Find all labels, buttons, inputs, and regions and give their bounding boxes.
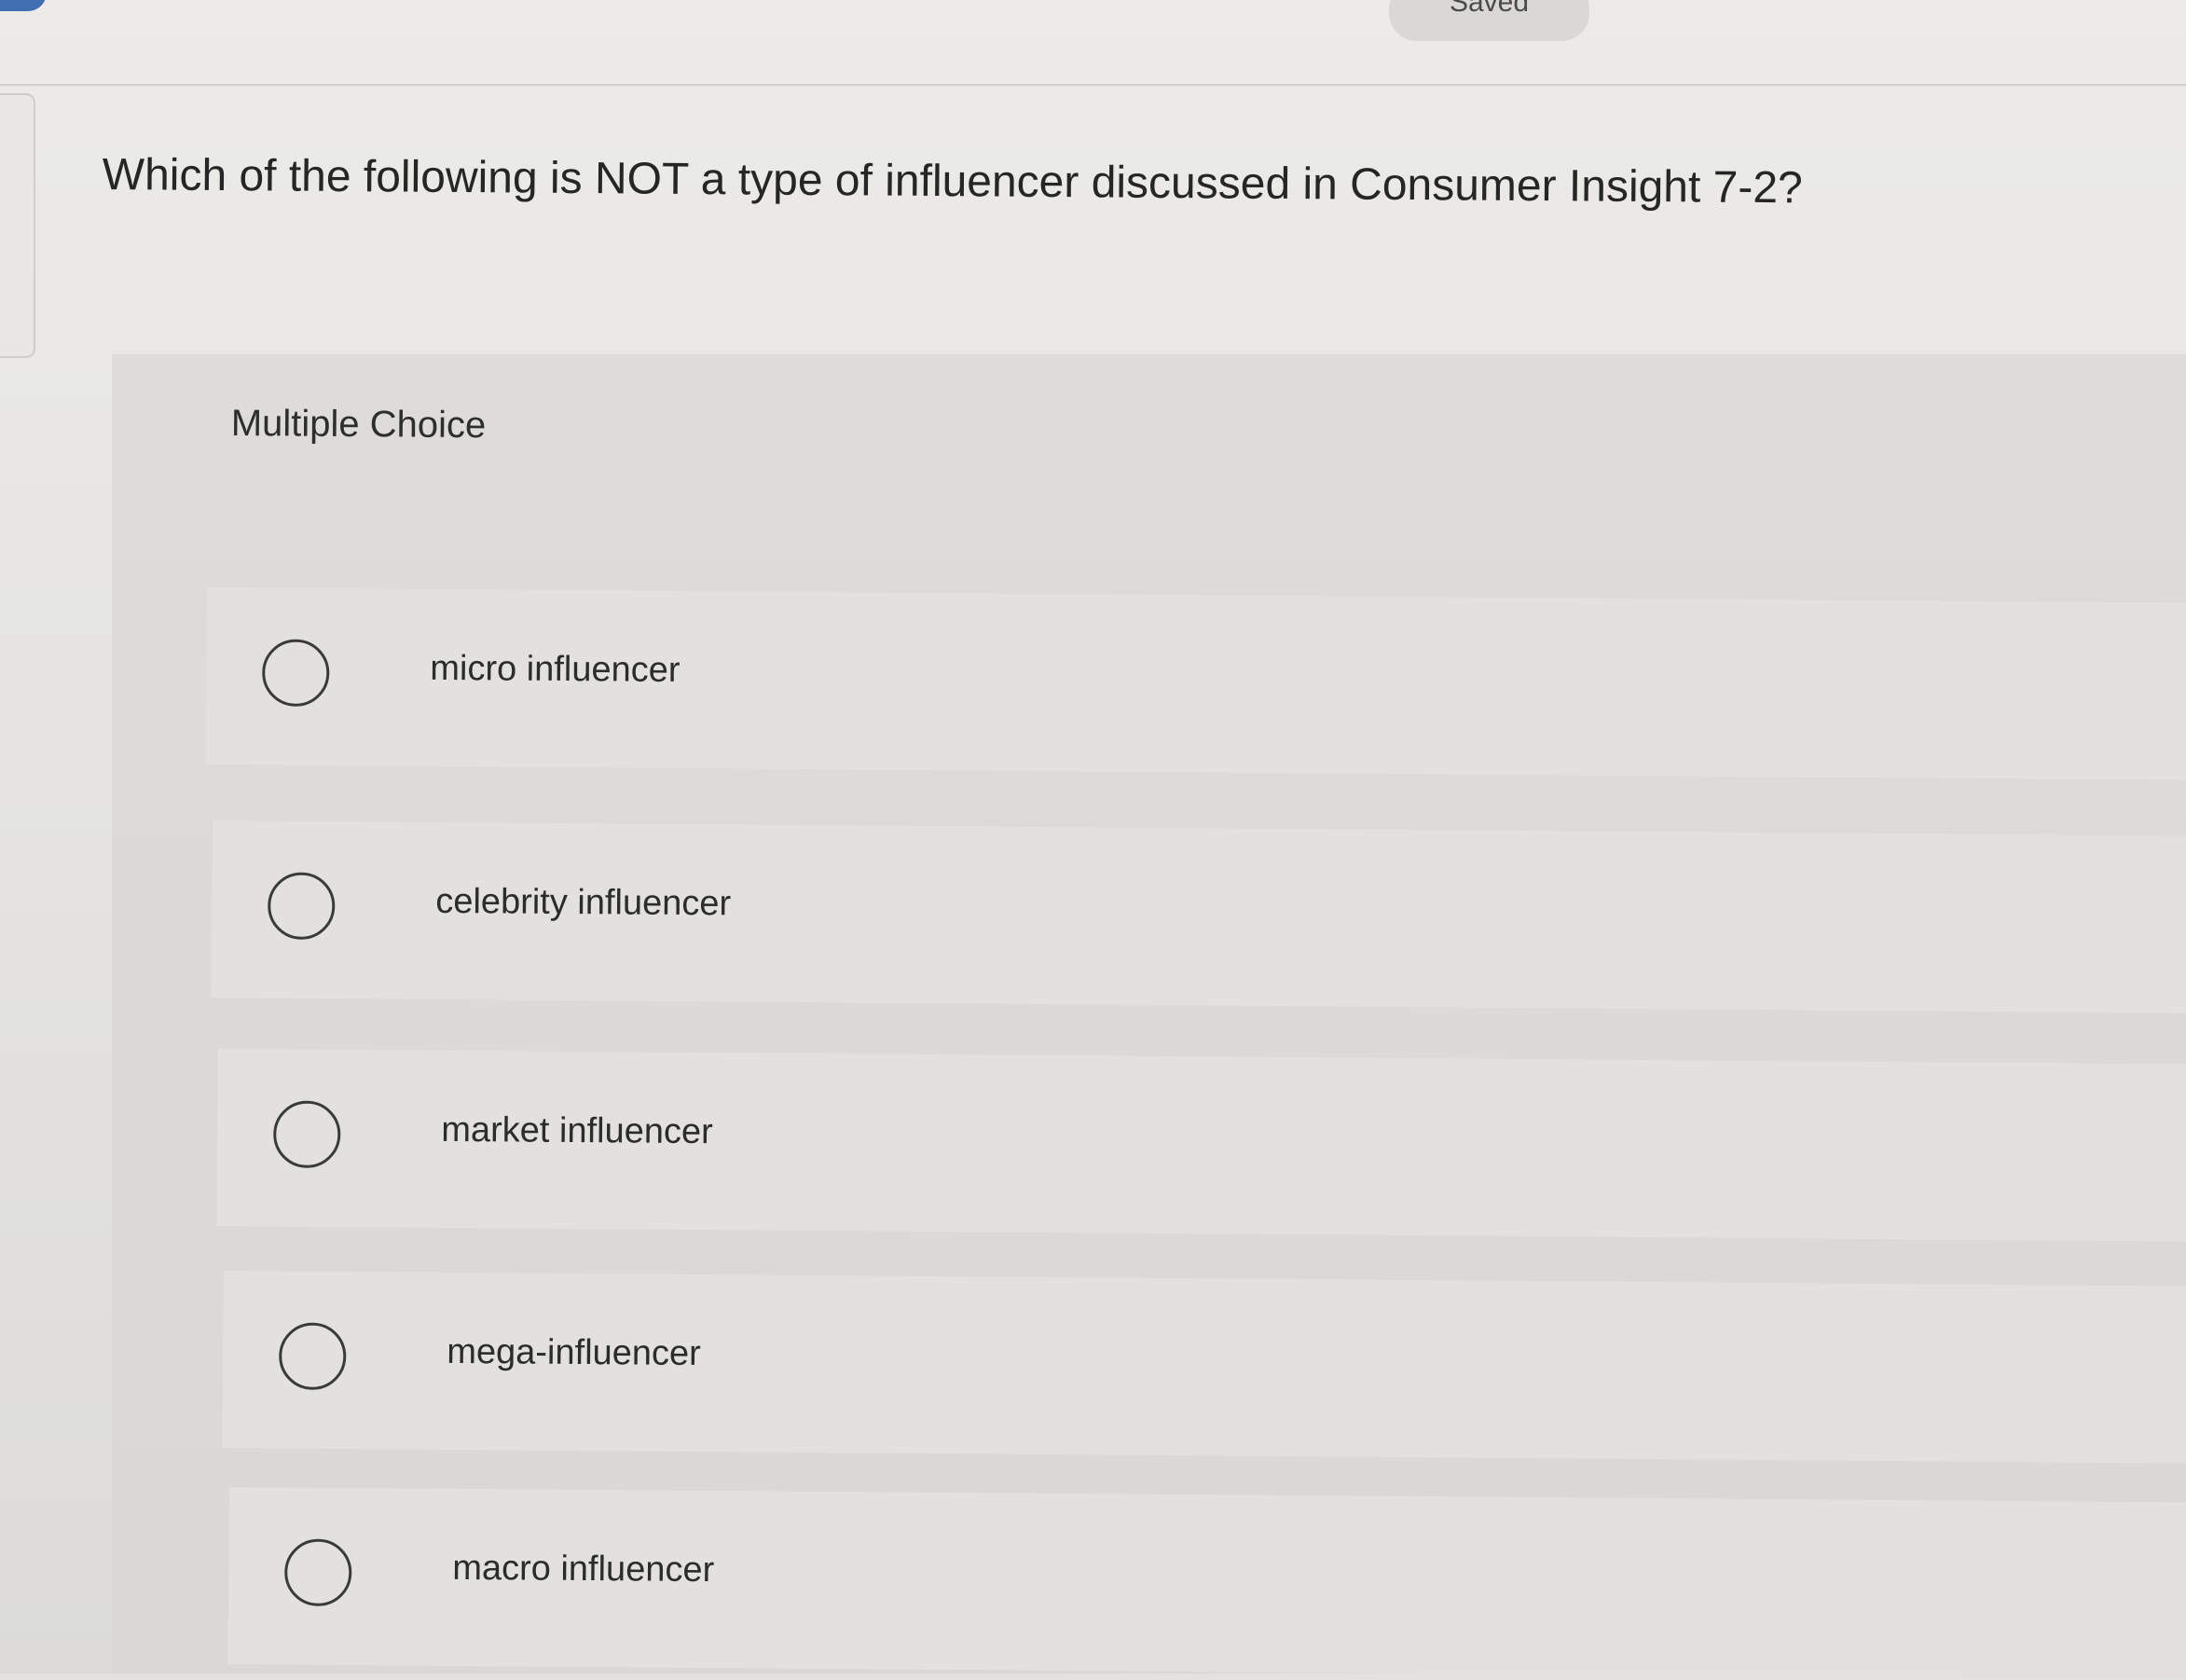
page-background: Saved Which of the following is NOT a ty… bbox=[0, 0, 2186, 1680]
answer-option-4[interactable]: mega-influencer bbox=[222, 1271, 2186, 1464]
radio-button[interactable] bbox=[262, 639, 330, 708]
answer-option-label: micro influencer bbox=[430, 648, 681, 690]
answer-option-label: market influencer bbox=[441, 1109, 713, 1152]
answer-option-label: celebrity influencer bbox=[435, 881, 732, 924]
choice-panel bbox=[112, 354, 2186, 1673]
answer-option-5[interactable]: macro influencer bbox=[227, 1487, 2186, 1680]
answer-option-label: mega-influencer bbox=[447, 1331, 701, 1374]
answer-option-label: macro influencer bbox=[452, 1548, 715, 1590]
answer-option-2[interactable]: celebrity influencer bbox=[211, 820, 2186, 1013]
saved-status-label: Saved bbox=[1449, 0, 1530, 18]
nav-badge[interactable] bbox=[0, 0, 47, 11]
radio-button[interactable] bbox=[268, 872, 336, 941]
side-panel-edge bbox=[0, 93, 35, 358]
saved-status-badge: Saved bbox=[1389, 0, 1589, 41]
radio-button[interactable] bbox=[279, 1322, 347, 1391]
header-divider bbox=[0, 84, 2186, 86]
answer-option-3[interactable]: market influencer bbox=[216, 1049, 2186, 1242]
radio-button[interactable] bbox=[284, 1538, 352, 1607]
question-text: Which of the following is NOT a type of … bbox=[102, 149, 1803, 213]
question-type-label: Multiple Choice bbox=[230, 403, 487, 447]
radio-button[interactable] bbox=[273, 1100, 341, 1169]
choice-panel-inner bbox=[112, 354, 2186, 1673]
answer-option-1[interactable]: micro influencer bbox=[205, 587, 2186, 780]
